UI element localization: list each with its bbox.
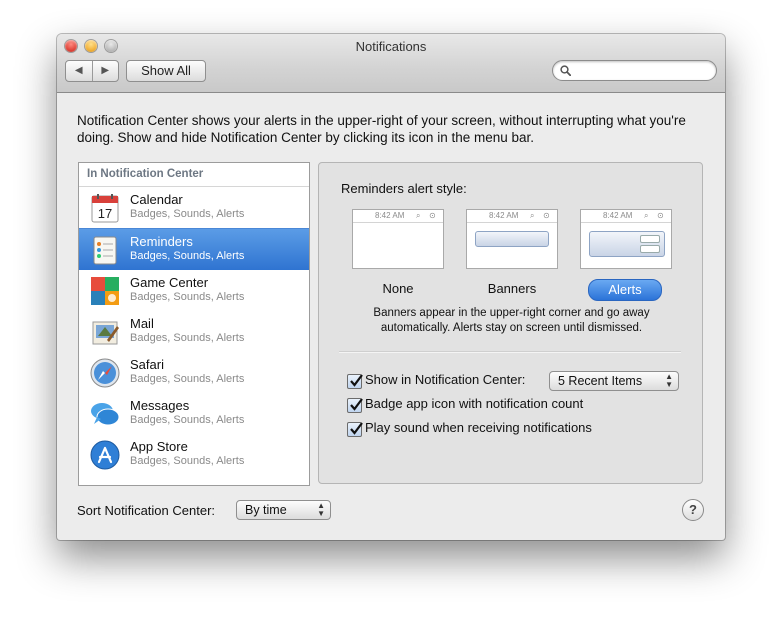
app-subtitle: Badges, Sounds, Alerts — [130, 455, 245, 467]
app-name: Reminders — [130, 234, 193, 249]
app-name: Calendar — [130, 192, 183, 207]
calendar-icon: 17 — [91, 194, 119, 223]
app-row-calendar[interactable]: 17 Calendar Badges, Sounds, Alerts — [79, 187, 309, 228]
app-subtitle: Badges, Sounds, Alerts — [130, 208, 245, 220]
alert-style-none[interactable]: 8:42 AM ⌕ ⊙ None — [352, 209, 444, 299]
window-title: Notifications — [355, 39, 427, 54]
recent-items-value: 5 Recent Items — [558, 374, 643, 388]
preview-search-icon: ⌕ — [416, 211, 421, 220]
show-in-nc-label: Show in Notification Center: — [365, 372, 526, 387]
description-text: Notification Center shows your alerts in… — [77, 113, 686, 145]
preview-nc-icon: ⊙ — [429, 211, 436, 220]
sort-label: Sort Notification Center: — [77, 503, 216, 518]
banners-preview: 8:42 AM ⌕ ⊙ — [466, 209, 558, 269]
checkmark-icon — [350, 374, 363, 387]
title-bar: Notifications ◀ ▶ Show All — [57, 34, 725, 93]
preview-time: 8:42 AM — [603, 211, 633, 220]
badge-label: Badge app icon with notification count — [365, 396, 584, 411]
alert-style-banners[interactable]: 8:42 AM ⌕ ⊙ Banners — [466, 209, 558, 299]
app-row-game-center[interactable]: Game Center Badges, Sounds, Alerts — [79, 270, 309, 311]
preview-time: 8:42 AM — [489, 211, 519, 220]
search-input[interactable] — [575, 62, 707, 78]
app-row-reminders[interactable]: Reminders Badges, Sounds, Alerts — [79, 228, 309, 270]
forward-button[interactable]: ▶ — [93, 61, 119, 81]
panel-divider — [339, 351, 681, 353]
alert-style-label: Reminders alert style: — [341, 181, 467, 196]
preview-time: 8:42 AM — [375, 211, 405, 220]
reminders-icon — [93, 236, 117, 265]
settings-panel: Reminders alert style: 8:42 AM ⌕ ⊙ None 8:… — [318, 162, 703, 484]
app-subtitle: Badges, Sounds, Alerts — [130, 332, 245, 344]
recent-items-popup[interactable]: 5 Recent Items ▲ ▼ — [549, 371, 679, 391]
banner-sample — [475, 231, 549, 247]
back-forward-control: ◀ ▶ — [65, 60, 119, 82]
alerts-label: Alerts — [588, 279, 662, 301]
help-button[interactable]: ? — [682, 499, 704, 521]
safari-icon — [90, 358, 120, 388]
app-store-icon — [90, 440, 120, 470]
game-center-icon — [91, 277, 119, 305]
app-name: App Store — [130, 439, 188, 454]
popup-arrows-icon: ▲ ▼ — [665, 372, 673, 389]
show-in-nc-checkbox[interactable] — [347, 374, 363, 389]
alert-style-alerts[interactable]: 8:42 AM ⌕ ⊙ Alerts — [580, 209, 672, 301]
app-row-messages[interactable]: Messages Badges, Sounds, Alerts — [79, 393, 309, 434]
preview-nc-icon: ⊙ — [657, 211, 664, 220]
sort-popup[interactable]: By time ▲ ▼ — [236, 500, 331, 520]
app-subtitle: Badges, Sounds, Alerts — [130, 250, 245, 262]
back-button[interactable]: ◀ — [66, 61, 93, 81]
app-name: Mail — [130, 316, 154, 331]
preview-search-icon: ⌕ — [644, 211, 649, 220]
banners-label: Banners — [487, 281, 537, 296]
list-header: In Notification Center — [79, 163, 309, 187]
app-row-safari[interactable]: Safari Badges, Sounds, Alerts — [79, 352, 309, 393]
alert-style-help: Banners appear in the upper-right corner… — [373, 307, 650, 334]
sort-value: By time — [245, 503, 287, 517]
app-subtitle: Badges, Sounds, Alerts — [130, 291, 245, 303]
popup-arrows-icon: ▲ ▼ — [317, 501, 325, 518]
badge-checkbox[interactable] — [347, 398, 363, 413]
search-icon — [560, 65, 571, 76]
app-subtitle: Badges, Sounds, Alerts — [130, 373, 245, 385]
mail-icon — [92, 321, 119, 345]
search-field[interactable] — [552, 60, 717, 81]
sound-checkbox[interactable] — [347, 422, 363, 437]
sound-label: Play sound when receiving notifications — [365, 420, 592, 435]
show-all-button[interactable]: Show All — [126, 60, 206, 82]
app-name: Game Center — [130, 275, 209, 290]
app-row-mail[interactable]: Mail Badges, Sounds, Alerts — [79, 311, 309, 352]
app-subtitle: Badges, Sounds, Alerts — [130, 414, 245, 426]
checkmark-icon — [350, 422, 363, 435]
alert-sample — [589, 231, 665, 257]
none-preview: 8:42 AM ⌕ ⊙ — [352, 209, 444, 269]
notifications-window: Notifications ◀ ▶ Show All Notification … — [57, 34, 725, 540]
preview-nc-icon: ⊙ — [543, 211, 550, 220]
none-label: None — [382, 281, 414, 296]
app-name: Messages — [130, 398, 190, 413]
messages-icon — [91, 403, 120, 426]
preview-search-icon: ⌕ — [530, 211, 535, 220]
app-row-app-store[interactable]: App Store Badges, Sounds, Alerts — [79, 434, 309, 475]
checkmark-icon — [350, 398, 363, 411]
alerts-preview: 8:42 AM ⌕ ⊙ — [580, 209, 672, 269]
app-name: Safari — [130, 357, 164, 372]
calendar-day: 17 — [98, 206, 112, 221]
app-list[interactable]: In Notification Center 17 Calendar Badge… — [78, 162, 310, 486]
